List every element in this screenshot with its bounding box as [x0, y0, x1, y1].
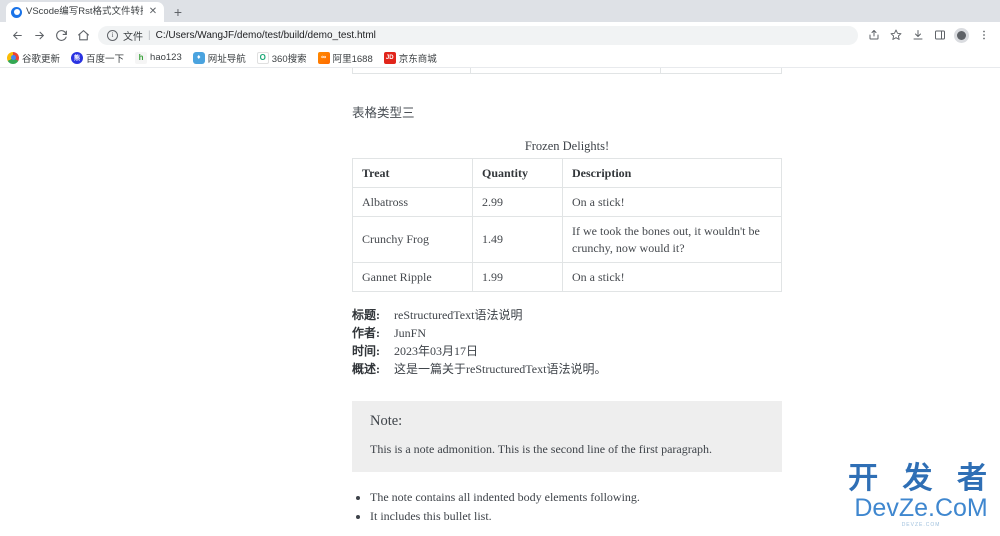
browser-tab[interactable]: VScode编写Rst格式文件转换htm ✕ — [6, 2, 164, 22]
address-bar[interactable]: 文件 | C:/Users/WangJF/demo/test/build/dem… — [98, 25, 858, 45]
field-key: 作者: — [352, 325, 380, 340]
cell-treat: Crunchy Frog — [352, 216, 473, 263]
cell-description: On a stick! — [562, 187, 782, 218]
bookmark-item-google-update[interactable]: 谷歌更新 — [7, 51, 60, 65]
new-tab-button[interactable]: + — [170, 5, 186, 19]
table-header-row: Treat Quantity Description — [352, 157, 782, 189]
navigation-icon — [192, 51, 205, 64]
watermark-cn-text: 开 发 者 — [848, 461, 994, 496]
watermark: 开 发 者 DevZe.CoM DEVZE.COM — [848, 461, 994, 529]
tab-strip: VScode编写Rst格式文件转换htm ✕ + — [0, 0, 1000, 22]
field-value: reStructuredText语法说明 — [394, 307, 523, 322]
cell-treat: Gannet Ripple — [352, 261, 473, 292]
clipped-cell — [471, 68, 661, 73]
field-key: 时间: — [352, 343, 380, 358]
scheme-label: 文件 — [123, 31, 143, 43]
avatar — [954, 27, 969, 43]
field-list: 标题: reStructuredText语法说明 作者: JunFN 时间: 2… — [352, 306, 782, 378]
bookmark-label: 百度一下 — [86, 53, 125, 65]
bullet-list: The note contains all indented body elem… — [370, 488, 782, 526]
frozen-delights-table: Treat Quantity Description Albatross 2.9… — [352, 157, 782, 292]
watermark-sub-text: DEVZE.COM — [901, 522, 941, 528]
clipped-table-above: body row 1 blocks. — [352, 68, 782, 74]
clipped-cell: body row 1 — [353, 68, 471, 73]
home-icon[interactable] — [72, 24, 94, 46]
hao123-icon — [135, 51, 148, 64]
side-panel-icon[interactable] — [929, 25, 950, 46]
note-body: This is a note admonition. This is the s… — [370, 441, 713, 456]
document-body: body row 1 blocks. 表格类型三 Frozen Delights… — [352, 68, 782, 536]
bookmark-item-navigation[interactable]: 网址导航 — [192, 51, 246, 65]
forward-icon[interactable] — [28, 24, 50, 46]
bookmark-label: 阿里1688 — [332, 53, 373, 65]
browser-toolbar: 文件 | C:/Users/WangJF/demo/test/build/dem… — [0, 22, 1000, 48]
field-row-summary: 概述: 这是一篇关于reStructuredText语法说明。 — [352, 360, 782, 378]
share-icon[interactable] — [863, 25, 884, 46]
field-value: 这是一篇关于reStructuredText语法说明。 — [394, 361, 607, 376]
back-icon[interactable] — [6, 24, 28, 46]
cell-description: On a stick! — [562, 261, 782, 292]
bookmark-star-icon[interactable] — [885, 25, 906, 46]
page-viewport: body row 1 blocks. 表格类型三 Frozen Delights… — [0, 68, 1000, 536]
field-value: JunFN — [394, 325, 427, 340]
browser-window: VScode编写Rst格式文件转换htm ✕ + 文件 | C:/Users/W… — [0, 0, 1000, 536]
column-header-quantity: Quantity — [472, 157, 563, 189]
field-key: 概述: — [352, 361, 380, 376]
section-title: 表格类型三 — [352, 106, 415, 120]
url-text: C:/Users/WangJF/demo/test/build/demo_tes… — [155, 29, 376, 41]
cell-description: If we took the bones out, it wouldn't be… — [562, 216, 782, 263]
list-item: The note contains all indented body elem… — [370, 488, 782, 507]
table-row: Crunchy Frog 1.49 If we took the bones o… — [352, 216, 782, 263]
table-row: Gannet Ripple 1.99 On a stick! — [352, 261, 782, 292]
field-row-title: 标题: reStructuredText语法说明 — [352, 306, 782, 324]
field-row-date: 时间: 2023年03月17日 — [352, 342, 782, 360]
baidu-icon — [71, 51, 84, 64]
bookmark-label: 360搜索 — [271, 53, 307, 65]
omnibox-separator: | — [148, 29, 151, 41]
reload-icon[interactable] — [50, 24, 72, 46]
bookmarks-bar: 谷歌更新 百度一下 hao123 网址导航 360搜索 阿里1688 京东商城 — [0, 48, 1000, 68]
more-menu-icon[interactable] — [973, 25, 994, 46]
cell-quantity: 2.99 — [472, 187, 563, 218]
clipped-cell: blocks. — [661, 68, 781, 73]
cell-quantity: 1.99 — [472, 261, 563, 292]
cell-treat: Albatross — [352, 187, 473, 218]
field-key: 标题: — [352, 307, 380, 322]
info-icon[interactable] — [107, 29, 118, 41]
cell-quantity: 1.49 — [472, 216, 563, 263]
note-title: Note: — [370, 412, 403, 429]
column-header-description: Description — [562, 157, 782, 189]
bookmark-item-jd[interactable]: 京东商城 — [383, 51, 437, 65]
note-admonition: Note: This is a note admonition. This is… — [352, 400, 782, 472]
bookmark-item-baidu[interactable]: 百度一下 — [71, 51, 124, 65]
alibaba-icon — [317, 51, 330, 64]
bookmark-item-alibaba[interactable]: 阿里1688 — [317, 51, 373, 65]
profile-avatar-icon[interactable] — [951, 25, 972, 46]
list-item: It includes this bullet list. — [370, 507, 782, 526]
bookmark-item-hao123[interactable]: hao123 — [135, 51, 182, 64]
bookmark-label: 谷歌更新 — [22, 53, 61, 65]
bookmark-label: 京东商城 — [398, 53, 437, 65]
table-caption: Frozen Delights! — [524, 139, 610, 153]
close-icon[interactable]: ✕ — [147, 7, 159, 17]
chrome-icon — [7, 51, 19, 64]
toolbar-icon-group — [863, 25, 994, 46]
bookmark-label: 网址导航 — [207, 53, 246, 65]
field-value: 2023年03月17日 — [394, 343, 479, 358]
globe-icon — [11, 6, 22, 18]
download-icon[interactable] — [907, 25, 928, 46]
column-header-treat: Treat — [352, 157, 473, 189]
bookmark-label: hao123 — [150, 52, 182, 63]
field-row-author: 作者: JunFN — [352, 324, 782, 342]
table-row: Albatross 2.99 On a stick! — [352, 187, 782, 218]
tab-title: VScode编写Rst格式文件转换htm — [26, 6, 143, 17]
360-search-icon — [256, 51, 269, 64]
jd-icon — [383, 51, 396, 64]
watermark-en-text: DevZe.CoM — [854, 494, 988, 522]
bookmark-item-360-search[interactable]: 360搜索 — [256, 51, 307, 65]
